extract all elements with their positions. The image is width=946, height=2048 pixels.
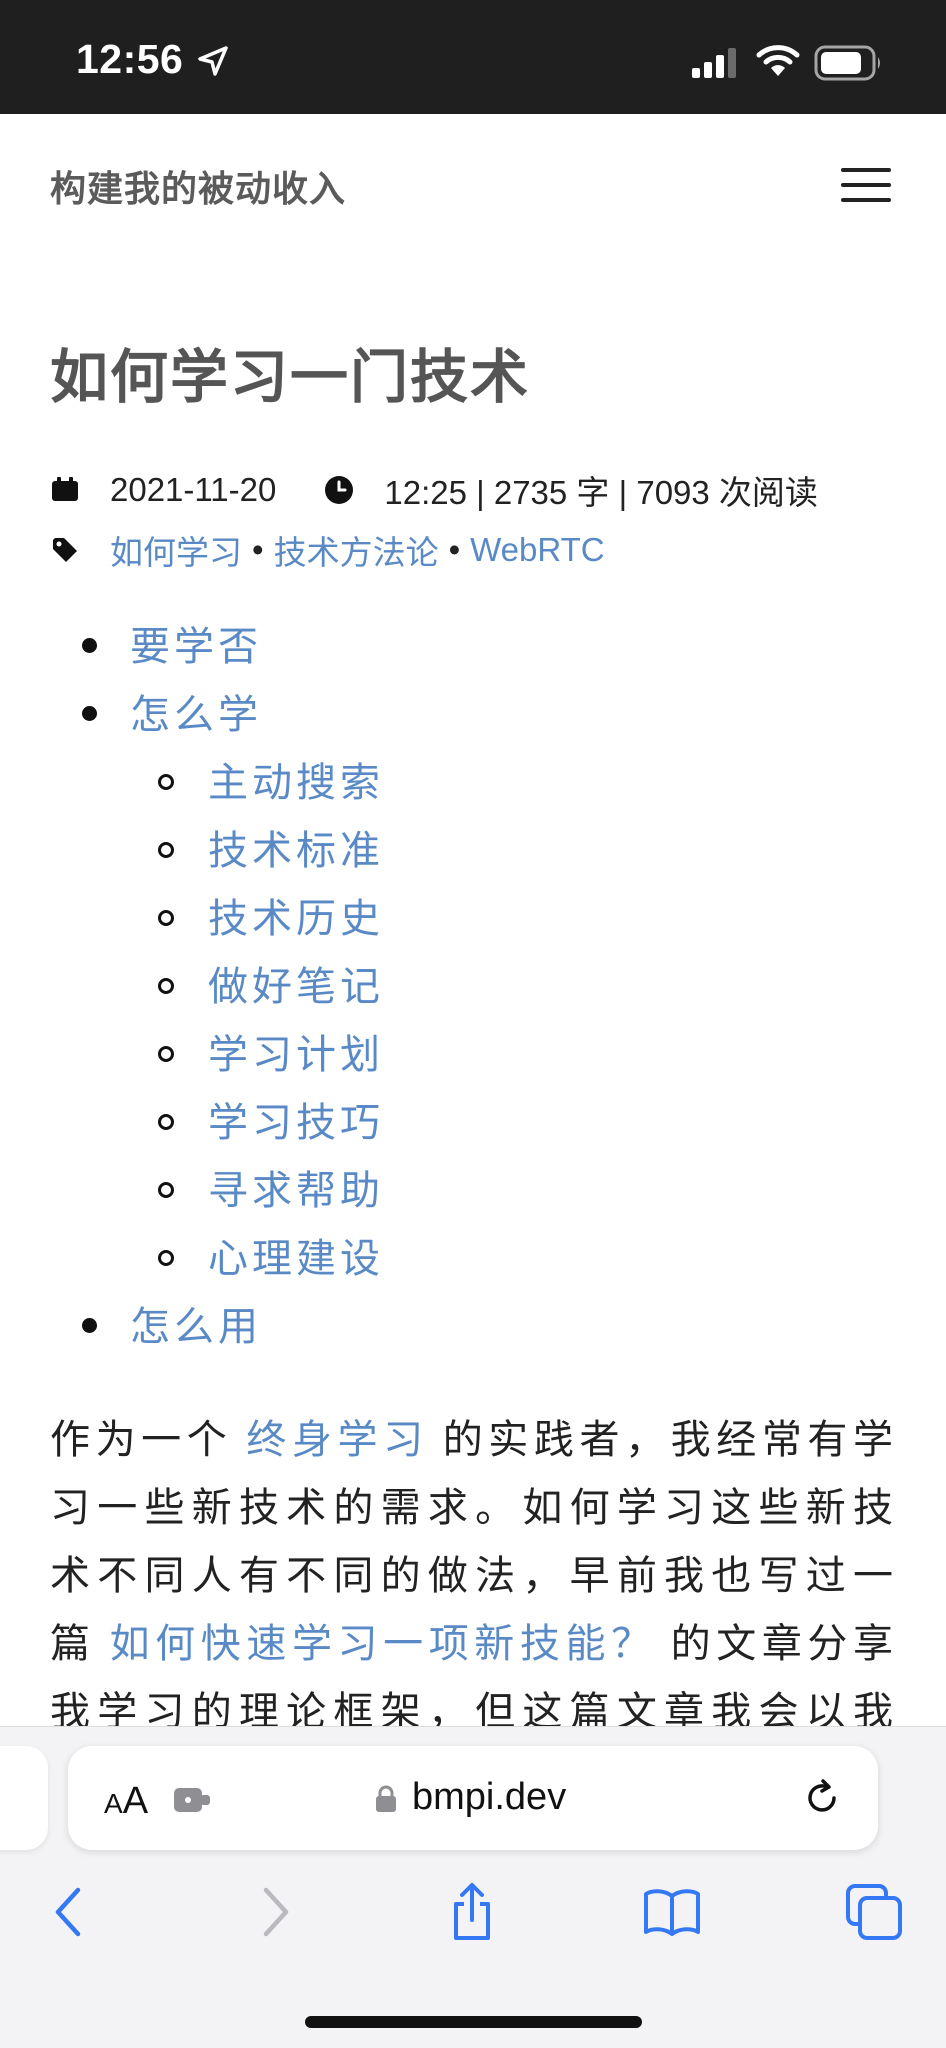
wifi-icon — [756, 45, 800, 76]
toc-subitem[interactable]: 技术历史 — [208, 886, 384, 944]
tag-link[interactable]: WebRTC — [470, 531, 604, 569]
tag-icon — [53, 538, 77, 562]
list-bullet — [158, 978, 174, 994]
toc-subitem[interactable]: 学习技巧 — [208, 1090, 384, 1148]
home-indicator — [305, 2016, 642, 2028]
toc-subitem[interactable]: 寻求帮助 — [208, 1158, 384, 1216]
post-meta: 2021-11-20 12:25 | 2735 字 | 7093 次阅读 — [50, 466, 818, 514]
aa-small-label: A — [104, 1788, 123, 1819]
list-bullet — [158, 1250, 174, 1266]
list-bullet — [158, 1114, 174, 1130]
reload-icon[interactable] — [802, 1778, 842, 1818]
paragraph-line: 篇如何快速学习一项新技能？ 的文章分享 — [50, 1610, 898, 1678]
post-time-stats: 12:25 | 2735 字 | 7093 次阅读 — [384, 474, 818, 511]
list-bullet — [82, 638, 97, 653]
book-icon[interactable] — [642, 1882, 702, 1942]
site-title[interactable]: 构建我的被动收入 — [50, 160, 346, 212]
tag-link[interactable]: 技术方法论 — [274, 526, 439, 574]
list-bullet — [158, 1046, 174, 1062]
list-bullet — [158, 774, 174, 790]
paragraph-text: 作为一个 — [50, 1417, 233, 1463]
toc-subitem[interactable]: 技术标准 — [208, 818, 384, 876]
inline-link[interactable]: 如何快速学习一项新技能？ — [110, 1621, 657, 1667]
battery-icon — [814, 45, 880, 81]
chevron-left-icon[interactable] — [40, 1882, 100, 1942]
reader-settings-button[interactable]: AA — [104, 1780, 148, 1823]
lock-icon — [376, 1785, 396, 1812]
toc-item[interactable]: 怎么用 — [130, 1294, 262, 1352]
post-title: 如何学习一门技术 — [50, 343, 531, 411]
paragraph-line: 习一些新技术的需求。如何学习这些新技 — [50, 1485, 898, 1531]
chevron-right-icon[interactable] — [244, 1882, 304, 1942]
calendar-icon — [52, 477, 78, 501]
list-bullet — [82, 706, 97, 721]
location-arrow-icon — [198, 46, 228, 76]
article-paragraph: 作为一个 终身学习 的实践者，我经常有学 习一些新技术的需求。如何学习这些新技 术不… — [50, 1406, 898, 1746]
paragraph-line: 作为一个 终身学习 的实践者，我经常有学 — [50, 1406, 898, 1474]
share-icon[interactable] — [442, 1882, 502, 1942]
aa-big-label: A — [122, 1780, 149, 1822]
tag-link[interactable]: 如何学习 — [110, 526, 242, 574]
tag-separator: • — [252, 531, 264, 568]
extension-icon[interactable] — [172, 1784, 214, 1816]
post-date: 2021-11-20 — [110, 471, 277, 508]
screen: 12:56 构建我的被动收入 如何学习一门技术 2021-11-20 12:25… — [0, 0, 946, 2048]
list-bullet — [158, 910, 174, 926]
clock-icon — [325, 476, 354, 504]
paragraph-line: 术不同人有不同的做法，早前我也写过一 — [50, 1553, 898, 1599]
previous-tab-preview[interactable] — [0, 1746, 48, 1850]
status-bar: 12:56 — [0, 0, 946, 114]
list-bullet — [158, 842, 174, 858]
hamburger-menu-icon[interactable] — [838, 166, 894, 206]
toc-subitem[interactable]: 做好笔记 — [208, 954, 384, 1012]
toc-subitem[interactable]: 心理建设 — [208, 1226, 384, 1284]
paragraph-text: 篇 — [50, 1621, 96, 1667]
toc-item[interactable]: 怎么学 — [130, 682, 262, 740]
post-tags: 如何学习 • 技术方法论 • WebRTC — [50, 526, 605, 574]
cellular-signal-icon — [692, 48, 736, 78]
toc-subitem[interactable]: 主动搜索 — [208, 750, 384, 808]
list-bullet — [82, 1318, 97, 1333]
paragraph-text: 的实践者，我经常有学 — [442, 1417, 899, 1463]
list-bullet — [158, 1182, 174, 1198]
inline-link[interactable]: 终身学习 — [246, 1417, 428, 1463]
status-time: 12:56 — [76, 36, 184, 82]
toc-item[interactable]: 要学否 — [130, 614, 262, 672]
tag-separator: • — [448, 531, 461, 568]
toc-subitem[interactable]: 学习计划 — [208, 1022, 384, 1080]
paragraph-text: 的文章分享 — [670, 1621, 899, 1667]
tabs-icon[interactable] — [844, 1882, 904, 1942]
address-url[interactable]: bmpi.dev — [412, 1776, 566, 1819]
